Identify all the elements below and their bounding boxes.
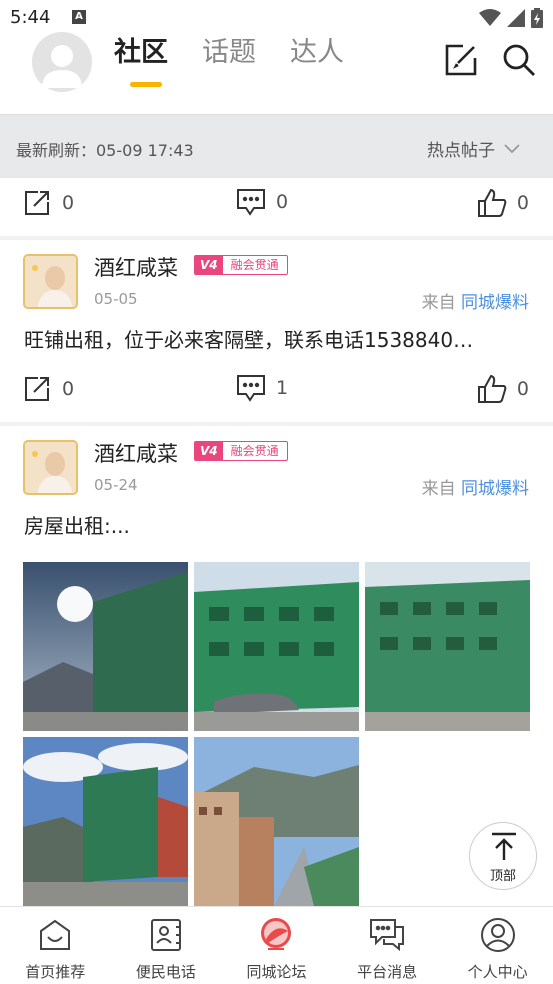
user-avatar[interactable]: [23, 440, 78, 495]
source-link[interactable]: 同城爆料: [461, 293, 529, 313]
post-card[interactable]: 0 0 0: [0, 178, 553, 236]
comment-button[interactable]: 1: [236, 374, 288, 402]
nav-phonebook[interactable]: 便民电话: [111, 907, 222, 984]
app-header: 社区 话题 达人: [0, 32, 553, 114]
like-button[interactable]: 0: [477, 188, 529, 218]
post-photo[interactable]: [194, 562, 359, 731]
post-photo[interactable]: [194, 737, 359, 906]
post-date: 05-24: [94, 476, 138, 494]
search-icon[interactable]: [501, 42, 537, 78]
comment-icon: [237, 375, 265, 402]
compose-icon[interactable]: [443, 42, 479, 78]
post-actions: 0 0 0: [0, 178, 553, 236]
like-button[interactable]: 0: [477, 374, 529, 404]
comment-count: 0: [276, 191, 289, 213]
a-icon: A: [72, 10, 86, 24]
user-avatar[interactable]: [23, 254, 78, 309]
post-text[interactable]: 旺铺出租，位于必来客隔壁，联系电话1538840…: [0, 312, 553, 364]
share-icon: [25, 377, 49, 401]
post-feed[interactable]: 0 0 0 酒红咸菜 V4 融会贯通 05-05 来自 同城爆料 旺铺出租，位于…: [0, 178, 553, 906]
comment-icon: [237, 189, 265, 216]
post-photo[interactable]: [23, 737, 188, 906]
nav-home[interactable]: 首页推荐: [0, 907, 111, 984]
post-card[interactable]: 酒红咸菜 V4 融会贯通 05-05 来自 同城爆料 旺铺出租，位于必来客隔壁，…: [0, 240, 553, 422]
contact-book-icon: [150, 919, 181, 951]
wifi-icon: [479, 9, 501, 26]
thumbs-up-icon: [477, 188, 507, 217]
comment-button[interactable]: 0: [236, 188, 288, 216]
user-level-badge: V4 融会贯通: [194, 441, 288, 461]
share-icon: [25, 191, 49, 215]
back-to-top-label: 顶部: [489, 869, 516, 884]
post-card[interactable]: 酒红咸菜 V4 融会贯通 05-24 来自 同城爆料 房屋出租:...: [0, 426, 553, 906]
post-text[interactable]: 房屋出租:...: [0, 498, 553, 550]
nav-profile[interactable]: 个人中心: [442, 907, 553, 984]
tab-topics[interactable]: 话题: [202, 34, 256, 90]
message-icon: [370, 919, 405, 952]
tab-community[interactable]: 社区: [114, 34, 168, 90]
my-avatar[interactable]: [32, 32, 92, 92]
top-tabs: 社区 话题 达人: [114, 34, 344, 90]
like-count: 0: [516, 192, 529, 214]
post-date: 05-05: [94, 290, 138, 308]
share-button[interactable]: 0: [22, 188, 74, 218]
sort-dropdown[interactable]: 热点帖子: [427, 136, 521, 161]
status-bar: 5:44 A: [0, 0, 553, 34]
post-photo[interactable]: [23, 562, 188, 731]
back-to-top-button[interactable]: 顶部: [469, 822, 537, 890]
sort-label: 热点帖子: [427, 141, 495, 161]
nav-messages[interactable]: 平台消息: [332, 907, 443, 984]
post-actions: 0 1 0: [0, 364, 553, 422]
user-icon: [480, 918, 515, 952]
status-time: 5:44: [10, 7, 51, 28]
refresh-bar: 最新刷新：05-09 17:43 热点帖子: [0, 114, 553, 178]
battery-icon: [531, 8, 543, 28]
arrow-up-icon: [492, 832, 516, 860]
last-refresh-text: 最新刷新：05-09 17:43: [16, 141, 194, 160]
user-level-badge: V4 融会贯通: [194, 255, 288, 275]
source-link[interactable]: 同城爆料: [461, 479, 529, 499]
tab-experts[interactable]: 达人: [290, 34, 344, 90]
chevron-down-icon: [504, 143, 520, 153]
signal-icon: [507, 9, 525, 27]
like-count: 0: [516, 378, 529, 400]
post-source: 来自 同城爆料: [421, 479, 529, 499]
share-count: 0: [62, 378, 75, 400]
home-icon: [40, 919, 71, 950]
post-username[interactable]: 酒红咸菜: [94, 252, 178, 282]
post-source: 来自 同城爆料: [421, 293, 529, 313]
post-photo[interactable]: [365, 562, 530, 731]
forum-icon: [261, 918, 292, 950]
share-button[interactable]: 0: [22, 374, 74, 404]
post-username[interactable]: 酒红咸菜: [94, 438, 178, 468]
default-avatar-icon: [42, 45, 82, 88]
nav-forum[interactable]: 同城论坛: [221, 907, 332, 984]
comment-count: 1: [276, 377, 289, 399]
share-count: 0: [62, 192, 75, 214]
thumbs-up-icon: [477, 374, 507, 403]
bottom-nav: 首页推荐 便民电话 同城论坛 平台消息 个人中心: [0, 906, 553, 984]
